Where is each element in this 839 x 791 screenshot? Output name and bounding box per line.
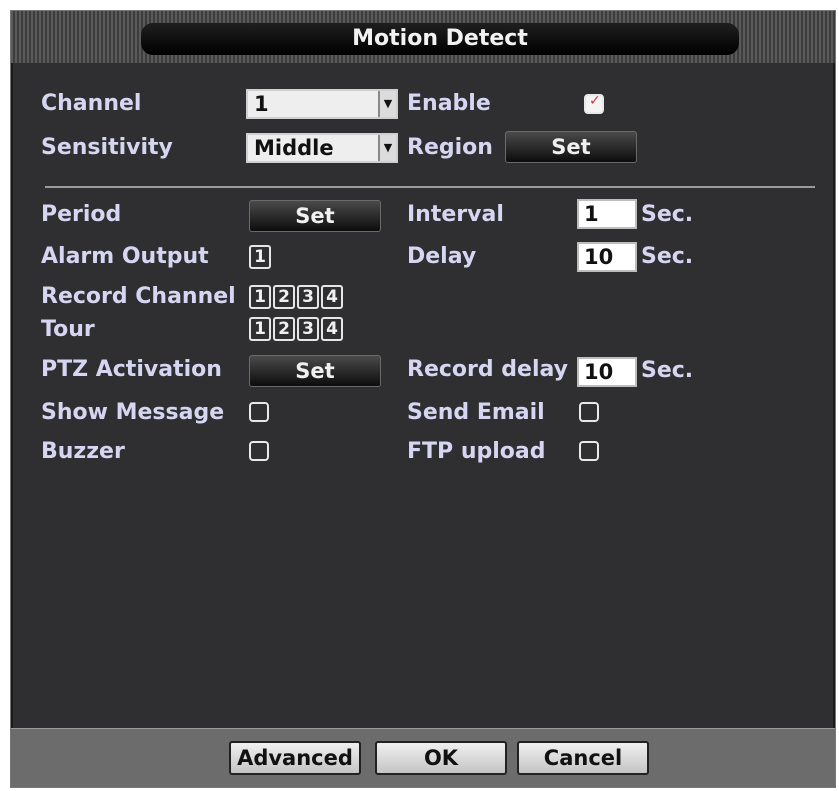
record-channel-4[interactable]: 4 [321, 285, 343, 309]
advanced-button[interactable]: Advanced [229, 741, 361, 775]
delay-unit: Sec. [641, 244, 694, 269]
buzzer-label: Buzzer [41, 439, 125, 464]
sensitivity-value: Middle [254, 136, 334, 160]
record-channel-label: Record Channel [41, 284, 236, 309]
record-channel-3[interactable]: 3 [297, 285, 319, 309]
alarm-output-channel-1[interactable]: 1 [249, 245, 271, 269]
dialog-footer: Advanced OK Cancel [11, 728, 835, 787]
ok-button[interactable]: OK [375, 741, 507, 775]
record-channel-channels: 1 2 3 4 [249, 285, 343, 309]
chevron-down-icon: ▼ [378, 135, 396, 161]
send-email-checkbox[interactable] [579, 402, 599, 422]
tour-channel-1[interactable]: 1 [249, 317, 271, 341]
ftp-upload-checkbox[interactable] [579, 441, 599, 461]
send-email-label: Send Email [407, 400, 545, 425]
record-channel-2[interactable]: 2 [273, 285, 295, 309]
buzzer-checkbox[interactable] [249, 441, 269, 461]
ptz-activation-label: PTZ Activation [41, 357, 222, 382]
show-message-label: Show Message [41, 400, 225, 425]
interval-input[interactable]: 1 [577, 199, 637, 229]
record-delay-input[interactable]: 10 [577, 357, 637, 387]
motion-detect-dialog: Motion Detect Channel 1 ▼ Enable ✓ Sensi… [10, 10, 836, 788]
checkmark-icon: ✓ [589, 93, 601, 109]
region-label: Region [407, 135, 493, 160]
ftp-upload-label: FTP upload [407, 439, 546, 464]
record-delay-label: Record delay [407, 357, 568, 382]
enable-checkbox[interactable]: ✓ [584, 93, 604, 114]
period-label: Period [41, 202, 122, 227]
tour-channel-3[interactable]: 3 [297, 317, 319, 341]
channel-label: Channel [41, 91, 142, 116]
delay-input[interactable]: 10 [577, 242, 637, 272]
title-bar: Motion Detect [11, 11, 835, 63]
cancel-button[interactable]: Cancel [517, 741, 649, 775]
record-delay-unit: Sec. [641, 358, 694, 383]
ptz-activation-set-button[interactable]: Set [249, 355, 381, 387]
enable-label: Enable [407, 91, 491, 116]
interval-unit: Sec. [641, 202, 694, 227]
channel-select[interactable]: 1 ▼ [246, 89, 398, 119]
section-divider [45, 186, 815, 188]
chevron-down-icon: ▼ [378, 91, 396, 117]
delay-label: Delay [407, 244, 477, 269]
tour-channel-4[interactable]: 4 [321, 317, 343, 341]
record-channel-1[interactable]: 1 [249, 285, 271, 309]
tour-channels: 1 2 3 4 [249, 317, 343, 341]
tour-label: Tour [41, 317, 95, 342]
channel-value: 1 [254, 92, 269, 116]
alarm-output-label: Alarm Output [41, 244, 209, 269]
region-set-button[interactable]: Set [505, 131, 637, 163]
period-set-button[interactable]: Set [249, 200, 381, 232]
sensitivity-select[interactable]: Middle ▼ [246, 133, 398, 163]
interval-label: Interval [407, 202, 504, 227]
show-message-checkbox[interactable] [249, 402, 269, 422]
tour-channel-2[interactable]: 2 [273, 317, 295, 341]
sensitivity-label: Sensitivity [41, 135, 173, 160]
dialog-title: Motion Detect [141, 23, 739, 55]
alarm-output-channels: 1 [249, 245, 271, 269]
